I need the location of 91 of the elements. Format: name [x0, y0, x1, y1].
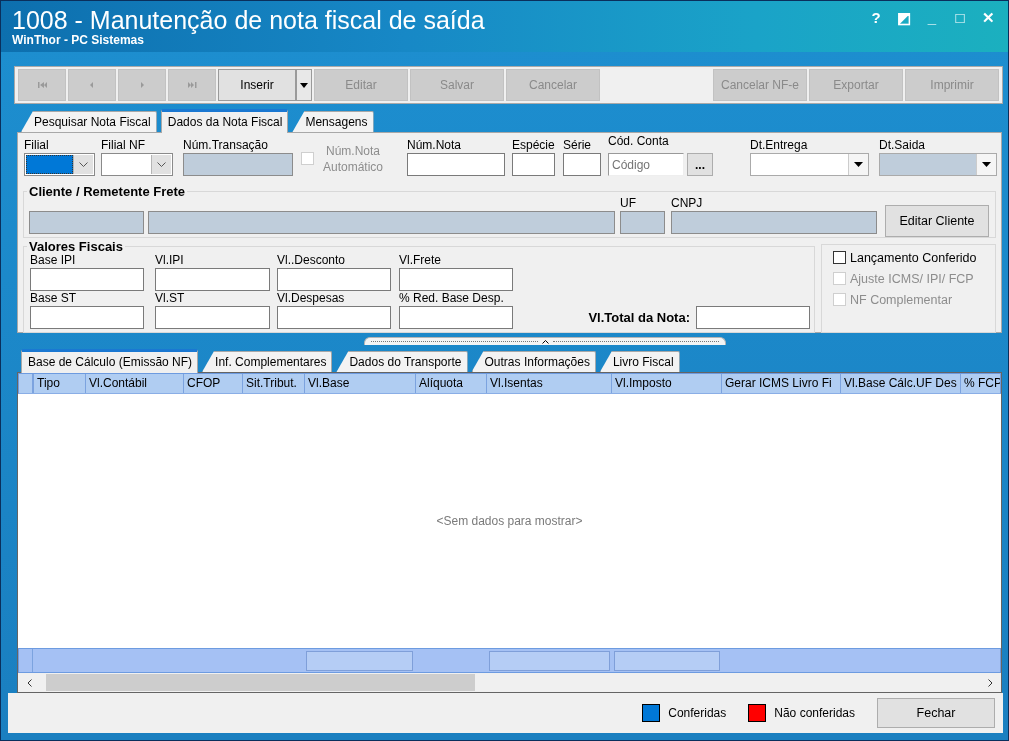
checkbox-label: NF Complementar [850, 292, 953, 307]
column-header[interactable]: CFOP [183, 374, 242, 393]
horizontal-scrollbar[interactable] [18, 673, 1001, 692]
app-name: WinThor - PC Sistemas [12, 34, 144, 47]
insert-button[interactable]: Inserir [218, 69, 296, 101]
field-label: UF [620, 195, 637, 211]
checkbox[interactable] [833, 251, 846, 264]
triangle-down-icon [854, 162, 863, 167]
chevron-down-icon [157, 162, 166, 167]
tab[interactable]: Mensagens [292, 111, 374, 132]
tab[interactable]: Dados da Nota Fiscal [160, 109, 289, 133]
triangle-right-icon [138, 81, 146, 89]
text-field[interactable] [30, 306, 144, 329]
text-field[interactable] [148, 211, 615, 234]
checkbox-label: Lançamento Conferido [850, 250, 977, 265]
field-label: Base IPI [30, 253, 77, 268]
column-header[interactable]: Sit.Tribut. [242, 374, 304, 393]
field-label: Vl.ST [155, 291, 186, 306]
field-label: Cód. Conta [608, 133, 670, 149]
field-label: Vl.Frete [399, 253, 442, 268]
group-title: Cliente / Remetente Frete [28, 184, 187, 199]
triangle-left-icon [88, 81, 96, 89]
text-field[interactable] [399, 306, 513, 329]
field-label: Dt.Saida [879, 137, 927, 153]
field-label: Filial NF [101, 137, 146, 153]
text-field[interactable] [407, 153, 505, 176]
column-header[interactable]: Vl.Contábil [85, 374, 183, 393]
field-label: Espécie [512, 137, 555, 153]
field-label: Dt.Entrega [750, 137, 809, 153]
tab[interactable]: Livro Fiscal [599, 351, 680, 372]
column-header[interactable]: Tipo [33, 374, 85, 393]
text-field[interactable] [155, 306, 270, 329]
edit-client-button[interactable]: Editar Cliente [885, 205, 989, 237]
column-header[interactable]: Alíquota [415, 374, 486, 393]
tab[interactable]: Inf. Complementares [202, 351, 333, 372]
checkbox-label: Núm.Nota Automático [322, 142, 384, 175]
legend-label: Conferidas [668, 706, 727, 720]
text-field[interactable] [620, 211, 665, 234]
text-field[interactable] [29, 211, 144, 234]
text-field[interactable] [183, 153, 293, 176]
field-label: Vl.Despesas [277, 291, 346, 306]
date-field[interactable] [750, 153, 869, 176]
text-field[interactable] [30, 268, 144, 291]
code-field[interactable]: Código [608, 153, 684, 176]
text-field[interactable] [277, 268, 391, 291]
text-field[interactable] [277, 306, 391, 329]
skip-back-icon [36, 81, 48, 89]
total-field[interactable] [696, 306, 810, 329]
field-label: Núm.Transação [183, 137, 269, 153]
legend-label: Não conferidas [774, 706, 855, 720]
skip-forward-icon [186, 81, 198, 89]
field-label: CNPJ [671, 195, 704, 211]
date-field[interactable] [879, 153, 997, 176]
total-label: Vl.Total da Nota: [588, 309, 690, 327]
chevron-left-icon [26, 678, 32, 687]
column-header[interactable]: Gerar ICMS Livro Fi [721, 374, 840, 393]
field-label: Série [563, 137, 592, 153]
text-field[interactable] [155, 268, 270, 291]
tab[interactable]: Pesquisar Nota Fiscal [21, 111, 157, 132]
lookup-button[interactable]: ... [687, 153, 713, 176]
text-field[interactable] [671, 211, 877, 234]
splitter-handle[interactable] [364, 337, 726, 345]
column-header[interactable]: Vl.Imposto [611, 374, 721, 393]
tab[interactable]: Dados do Transporte [336, 351, 468, 372]
tab[interactable]: Base de Cálculo (Emissão NF) [21, 349, 199, 373]
text-field[interactable] [399, 268, 513, 291]
field-label: Filial [24, 137, 50, 153]
field-label: Base ST [30, 291, 78, 306]
chevron-right-icon [987, 678, 993, 687]
checkbox-label: Ajuste ICMS/ IPI/ FCP [850, 271, 974, 286]
close-form-button[interactable]: Fechar [877, 698, 995, 728]
field-label: Núm.Nota [407, 137, 463, 153]
text-field[interactable] [563, 153, 601, 176]
field-label: Vl.IPI [155, 253, 185, 268]
tab[interactable]: Outras Informações [471, 351, 596, 372]
combo-box[interactable] [24, 153, 95, 176]
chevron-up-icon [541, 339, 549, 344]
group-title: Valores Fiscais [28, 239, 124, 254]
scrollbar-thumb[interactable] [46, 674, 475, 691]
window-title: 1008 - Manutenção de nota fiscal de saída [12, 7, 485, 33]
empty-message: <Sem dados para mostrar> [436, 514, 583, 528]
text-field[interactable] [512, 153, 555, 176]
chevron-down-icon [79, 162, 88, 167]
dropdown-button[interactable] [296, 69, 312, 101]
column-header[interactable]: Vl.Isentas [486, 374, 611, 393]
field-label: % Red. Base Desp. [399, 291, 505, 306]
caret-icon [300, 82, 308, 88]
column-header[interactable]: Vl.Base [304, 374, 415, 393]
column-header[interactable]: Vl.Base Cálc.UF Des [840, 374, 960, 393]
field-label: Vl..Desconto [277, 253, 347, 268]
triangle-down-icon [982, 162, 991, 167]
